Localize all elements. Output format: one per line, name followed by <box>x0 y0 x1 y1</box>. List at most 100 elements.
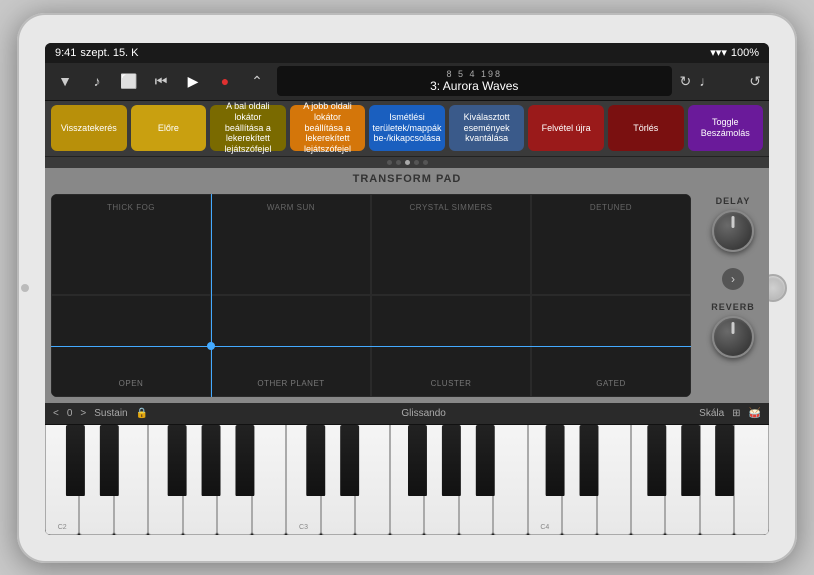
white-key-a4[interactable] <box>700 425 734 535</box>
white-key-g2[interactable] <box>183 425 217 535</box>
date-display: szept. 15. K <box>80 47 138 59</box>
transform-pad-title: TRANSFORM PAD <box>45 168 769 188</box>
white-keys: C2 C3 C4 <box>45 425 769 535</box>
dot-2[interactable] <box>396 160 401 165</box>
piano-keyboard[interactable]: C2 C3 C4 <box>45 425 769 535</box>
detuned-label: DETUNED <box>532 203 690 212</box>
grid-icon[interactable]: ⊞ <box>732 408 740 419</box>
white-key-b4[interactable] <box>734 425 768 535</box>
keyboard-right-controls: Skála ⊞ 🥁 <box>699 408 761 419</box>
cell-cluster[interactable]: CLUSTER <box>371 295 531 397</box>
expand-button[interactable]: › <box>722 268 744 290</box>
screen-icon[interactable]: ⬜ <box>117 69 141 93</box>
white-key-e3[interactable] <box>355 425 389 535</box>
wifi-icon: ▾▾▾ <box>710 46 727 59</box>
white-key-g4[interactable] <box>665 425 699 535</box>
re-record-button[interactable]: Felvétel újra <box>528 105 604 151</box>
toggle-count-button[interactable]: Toggle Beszámolás <box>688 105 764 151</box>
white-key-d2[interactable] <box>79 425 113 535</box>
white-key-f3[interactable] <box>390 425 424 535</box>
delete-button[interactable]: Törlés <box>608 105 684 151</box>
octave-down-button[interactable]: < <box>53 408 59 419</box>
cell-warm-sun[interactable]: WARM SUN <box>211 194 371 296</box>
dot-5[interactable] <box>423 160 428 165</box>
cluster-label: CLUSTER <box>372 379 530 388</box>
c3-label: C3 <box>287 524 319 531</box>
rewind-button[interactable]: ⏮ <box>149 69 173 93</box>
keyboard-area: < 0 > Sustain 🔒 Glissando Skála ⊞ 🥁 C2 <box>45 403 769 535</box>
scale-label: Skála <box>699 408 724 419</box>
reverb-knob[interactable] <box>712 316 754 358</box>
page-dots <box>45 157 769 168</box>
expand-icon[interactable]: ⌃ <box>245 69 269 93</box>
c2-label: C2 <box>46 524 78 531</box>
white-key-a3[interactable] <box>459 425 493 535</box>
cell-gated[interactable]: GATED <box>531 295 691 397</box>
loop-icon[interactable]: ↻ <box>680 73 692 90</box>
side-button[interactable] <box>21 284 29 292</box>
dot-4[interactable] <box>414 160 419 165</box>
cell-crystal-simmers[interactable]: CRYSTAL SIMMERS <box>371 194 531 296</box>
track-numbers: 8 5 4 198 <box>446 69 502 79</box>
record-button[interactable]: ● <box>213 69 237 93</box>
dot-1[interactable] <box>387 160 392 165</box>
forward-ctrl-button[interactable]: Előre <box>131 105 207 151</box>
white-key-a2[interactable] <box>217 425 251 535</box>
thick-fog-label: THICK FOG <box>52 203 210 212</box>
transform-main: THICK FOG WARM SUN CRYSTAL SIMMERS DETUN… <box>45 188 769 403</box>
white-key-c3[interactable]: C3 <box>286 425 320 535</box>
cell-other-planet[interactable]: OTHER PLANET <box>211 295 371 397</box>
delete-label: Törlés <box>633 123 658 134</box>
transform-area: TRANSFORM PAD THICK FOG WARM SUN CRYSTAL… <box>45 168 769 403</box>
knob-panel: DELAY › REVERB <box>697 188 769 403</box>
cell-thick-fog[interactable]: THICK FOG <box>51 194 211 296</box>
ipad-device: 9:41 szept. 15. K ▾▾▾ 100% ▼ ♪ ⬜ ⏮ ▶ ● ⌃… <box>17 13 797 563</box>
notes-icon[interactable]: ♪ <box>85 69 109 93</box>
loop-toggle-label: Ismétlési területek/mappák be-/kikapcsol… <box>373 112 442 144</box>
white-key-f2[interactable] <box>148 425 182 535</box>
white-key-c4[interactable]: C4 <box>528 425 562 535</box>
white-key-b3[interactable] <box>493 425 527 535</box>
white-key-b2[interactable] <box>252 425 286 535</box>
rewind-ctrl-label: Visszatekerés <box>61 123 117 134</box>
glissando-label: Glissando <box>401 408 445 419</box>
status-right: ▾▾▾ 100% <box>710 46 759 59</box>
quantize-button[interactable]: Kiválasztott események kvantálása <box>449 105 525 151</box>
delay-knob[interactable] <box>712 210 754 252</box>
forward-ctrl-label: Előre <box>158 123 179 134</box>
white-key-c2[interactable]: C2 <box>45 425 79 535</box>
quantize-label: Kiválasztott események kvantálása <box>453 112 521 144</box>
left-locator-label: A bal oldali lokátor beállítása a lekere… <box>214 101 282 155</box>
drum-icon[interactable]: 🥁 <box>749 408 761 419</box>
cell-detuned[interactable]: DETUNED <box>531 194 691 296</box>
white-key-e4[interactable] <box>597 425 631 535</box>
keyboard-controls: < 0 > Sustain 🔒 Glissando Skála ⊞ 🥁 <box>45 403 769 425</box>
white-key-f4[interactable] <box>631 425 665 535</box>
battery-display: 100% <box>731 47 759 59</box>
menu-icon[interactable]: ▼ <box>53 69 77 93</box>
other-planet-label: OTHER PLANET <box>212 379 370 388</box>
reverb-group: REVERB <box>711 302 755 358</box>
rewind-ctrl-button[interactable]: Visszatekerés <box>51 105 127 151</box>
white-key-g3[interactable] <box>424 425 458 535</box>
sustain-label: Sustain <box>94 408 127 419</box>
loop-toggle-button[interactable]: Ismétlési területek/mappák be-/kikapcsol… <box>369 105 445 151</box>
white-key-d4[interactable] <box>562 425 596 535</box>
lock-icon[interactable]: 🔒 <box>136 408 148 419</box>
octave-up-button[interactable]: > <box>80 408 86 419</box>
status-bar: 9:41 szept. 15. K ▾▾▾ 100% <box>45 43 769 63</box>
play-button[interactable]: ▶ <box>181 69 205 93</box>
white-key-e2[interactable] <box>114 425 148 535</box>
metronome-icon[interactable]: ♩ <box>699 73 713 90</box>
reverb-label: REVERB <box>711 302 755 312</box>
transport-bar: ▼ ♪ ⬜ ⏮ ▶ ● ⌃ 8 5 4 198 3: Aurora Waves … <box>45 63 769 101</box>
left-locator-button[interactable]: A bal oldali lokátor beállítása a lekere… <box>210 105 286 151</box>
settings-icon[interactable]: ↺ <box>749 73 761 90</box>
status-left: 9:41 szept. 15. K <box>55 47 139 59</box>
white-key-d3[interactable] <box>321 425 355 535</box>
cell-open[interactable]: OPEN <box>51 295 211 397</box>
dot-3[interactable] <box>405 160 410 165</box>
transform-grid[interactable]: THICK FOG WARM SUN CRYSTAL SIMMERS DETUN… <box>51 194 691 397</box>
right-locator-button[interactable]: A jobb oldali lokátor beállítása a leker… <box>290 105 366 151</box>
toggle-count-label: Toggle Beszámolás <box>692 117 760 139</box>
